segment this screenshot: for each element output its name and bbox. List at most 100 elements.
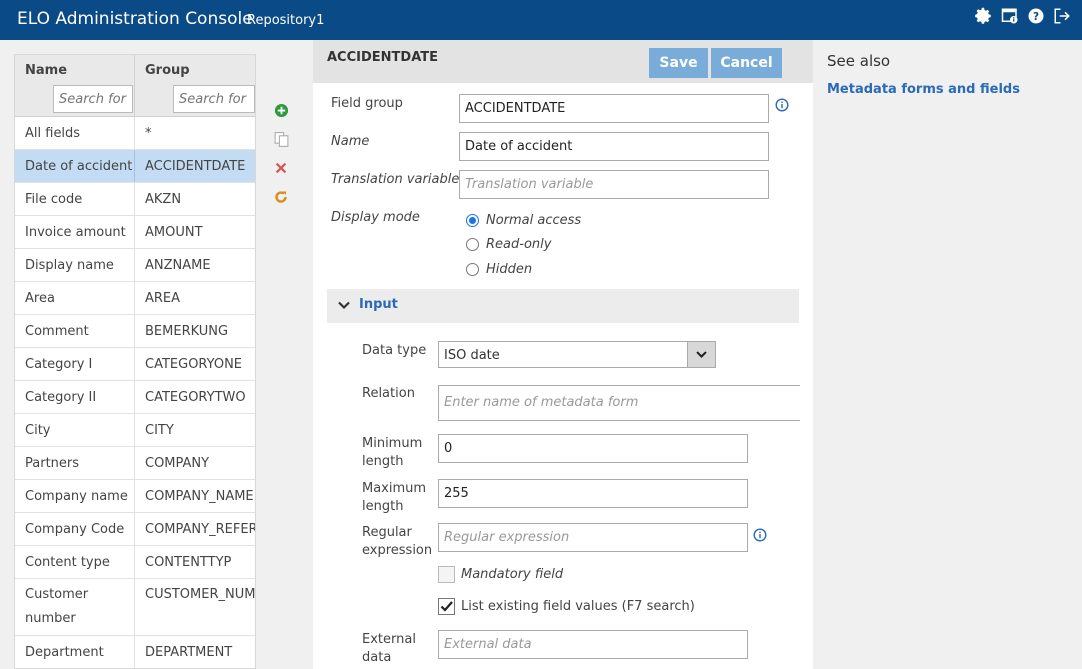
radio-read-only[interactable]: Read-only bbox=[466, 237, 551, 252]
table-row[interactable]: Comment BEMERKUNG bbox=[15, 315, 255, 348]
input-section-header[interactable]: Input bbox=[327, 289, 799, 323]
table-header: Name Group bbox=[15, 55, 255, 117]
table-row-selected[interactable]: Date of accident ACCIDENTDATE bbox=[15, 150, 255, 183]
row-name: Category II bbox=[15, 381, 135, 413]
checkbox-unchecked-icon bbox=[438, 566, 455, 583]
row-name: Category I bbox=[15, 348, 135, 380]
row-name: All fields bbox=[15, 117, 135, 149]
copy-icon[interactable] bbox=[271, 129, 291, 149]
row-group: COMPANY bbox=[145, 456, 210, 471]
translation-input[interactable]: Translation variable bbox=[459, 170, 769, 199]
column-header-name[interactable]: Name bbox=[15, 55, 135, 116]
save-button[interactable]: Save bbox=[649, 48, 708, 78]
row-group: CATEGORYONE bbox=[145, 357, 243, 372]
row-group: AREA bbox=[145, 291, 181, 306]
left-panel: Name Group All fields * Date of accidentA… bbox=[0, 40, 313, 669]
monitor-info-icon[interactable] bbox=[1000, 6, 1020, 26]
table-row[interactable]: Company name COMPANY_NAME bbox=[15, 480, 255, 513]
external-data-input[interactable]: External data bbox=[438, 630, 748, 659]
group-search-input[interactable] bbox=[173, 85, 255, 113]
row-group: * bbox=[145, 126, 152, 141]
field-group-input[interactable]: ACCIDENTDATE bbox=[459, 94, 769, 123]
row-group: CUSTOMER_NUM bbox=[145, 587, 255, 602]
relation-input[interactable]: Enter name of metadata form bbox=[438, 385, 800, 421]
table-row[interactable]: Invoice amount AMOUNT bbox=[15, 216, 255, 249]
row-group: CONTENTTYP bbox=[145, 555, 232, 570]
radio-label: Hidden bbox=[486, 262, 533, 277]
external-data-label: External data bbox=[362, 632, 416, 665]
editor-header: ACCIDENTDATE Save Cancel bbox=[313, 40, 813, 83]
info-icon[interactable] bbox=[775, 98, 789, 112]
info-icon[interactable] bbox=[753, 528, 767, 542]
regex-label: Regular expression bbox=[362, 525, 433, 558]
column-group-label: Group bbox=[145, 63, 190, 78]
row-name: Department bbox=[15, 636, 135, 668]
mandatory-label: Mandatory field bbox=[461, 567, 564, 582]
max-length-input[interactable]: 255 bbox=[438, 479, 748, 508]
name-label: Name bbox=[331, 134, 370, 149]
chevron-down-icon bbox=[687, 342, 715, 367]
list-values-checkbox[interactable]: List existing field values (F7 search) bbox=[438, 598, 695, 615]
row-name: Content type bbox=[15, 546, 135, 578]
mandatory-checkbox[interactable]: Mandatory field bbox=[438, 566, 563, 583]
delete-icon[interactable] bbox=[271, 158, 291, 178]
translation-label: Translation variable bbox=[331, 172, 460, 187]
min-length-input[interactable]: 0 bbox=[438, 434, 748, 463]
table-row[interactable]: File code AKZN bbox=[15, 183, 255, 216]
row-name: Display name bbox=[15, 249, 135, 281]
table-row[interactable]: All fields * bbox=[15, 117, 255, 150]
name-input[interactable]: Date of accident bbox=[459, 132, 769, 161]
row-name: City bbox=[15, 414, 135, 446]
row-name: Company Code bbox=[15, 513, 135, 545]
row-group: COMPANY_REFER bbox=[145, 522, 255, 537]
row-name: Customer number bbox=[15, 579, 135, 635]
top-icons: ? bbox=[974, 6, 1072, 26]
logout-icon[interactable] bbox=[1052, 6, 1072, 26]
row-name: Partners bbox=[15, 447, 135, 479]
row-group: BEMERKUNG bbox=[145, 324, 229, 339]
table-row[interactable]: Partners COMPANY bbox=[15, 447, 255, 480]
gear-icon[interactable] bbox=[974, 6, 994, 26]
data-type-select[interactable]: ISO date bbox=[438, 341, 716, 368]
radio-icon bbox=[466, 238, 479, 251]
column-name-label: Name bbox=[25, 63, 68, 78]
section-label: Input bbox=[359, 297, 398, 312]
table-row[interactable]: Area AREA bbox=[15, 282, 255, 315]
repository-name[interactable]: Repository1 bbox=[247, 13, 324, 28]
row-group: CITY bbox=[145, 423, 174, 438]
row-name: Area bbox=[15, 282, 135, 314]
row-name: Company name bbox=[15, 480, 135, 512]
svg-text:?: ? bbox=[1033, 11, 1039, 23]
table-row[interactable]: Company Code COMPANY_REFER bbox=[15, 513, 255, 546]
radio-label: Read-only bbox=[486, 237, 552, 252]
column-header-group[interactable]: Group bbox=[135, 55, 255, 116]
metadata-forms-link[interactable]: Metadata forms and fields bbox=[827, 82, 1020, 97]
display-mode-label: Display mode bbox=[331, 210, 420, 225]
row-name: Invoice amount bbox=[15, 216, 135, 248]
regex-input[interactable]: Regular expression bbox=[438, 523, 748, 552]
row-group: ANZNAME bbox=[145, 258, 211, 273]
table-row[interactable]: Category I CATEGORYONE bbox=[15, 348, 255, 381]
cancel-button[interactable]: Cancel bbox=[711, 48, 782, 78]
field-group-label: Field group bbox=[331, 96, 403, 111]
data-type-value: ISO date bbox=[444, 348, 500, 363]
radio-hidden[interactable]: Hidden bbox=[466, 262, 532, 277]
table-row[interactable]: Department DEPARTMENT bbox=[15, 636, 255, 668]
table-row[interactable]: Customer number CUSTOMER_NUM bbox=[15, 579, 255, 636]
table-row[interactable]: Display name ANZNAME bbox=[15, 249, 255, 282]
name-search-input[interactable] bbox=[53, 85, 133, 113]
data-type-label: Data type bbox=[362, 343, 427, 358]
radio-normal-access[interactable]: Normal access bbox=[466, 213, 581, 228]
refresh-icon[interactable] bbox=[271, 187, 291, 207]
table-row[interactable]: Content type CONTENTTYP bbox=[15, 546, 255, 579]
table-row[interactable]: Category II CATEGORYTWO bbox=[15, 381, 255, 414]
row-name: File code bbox=[15, 183, 135, 215]
app-title: ELO Administration Console bbox=[17, 9, 253, 29]
table-tools bbox=[271, 100, 291, 207]
chevron-down-icon bbox=[338, 301, 350, 310]
help-icon[interactable]: ? bbox=[1026, 6, 1046, 26]
table-row[interactable]: City CITY bbox=[15, 414, 255, 447]
radio-selected-icon bbox=[466, 214, 479, 227]
editor-title: ACCIDENTDATE bbox=[327, 50, 438, 65]
add-icon[interactable] bbox=[271, 100, 291, 120]
